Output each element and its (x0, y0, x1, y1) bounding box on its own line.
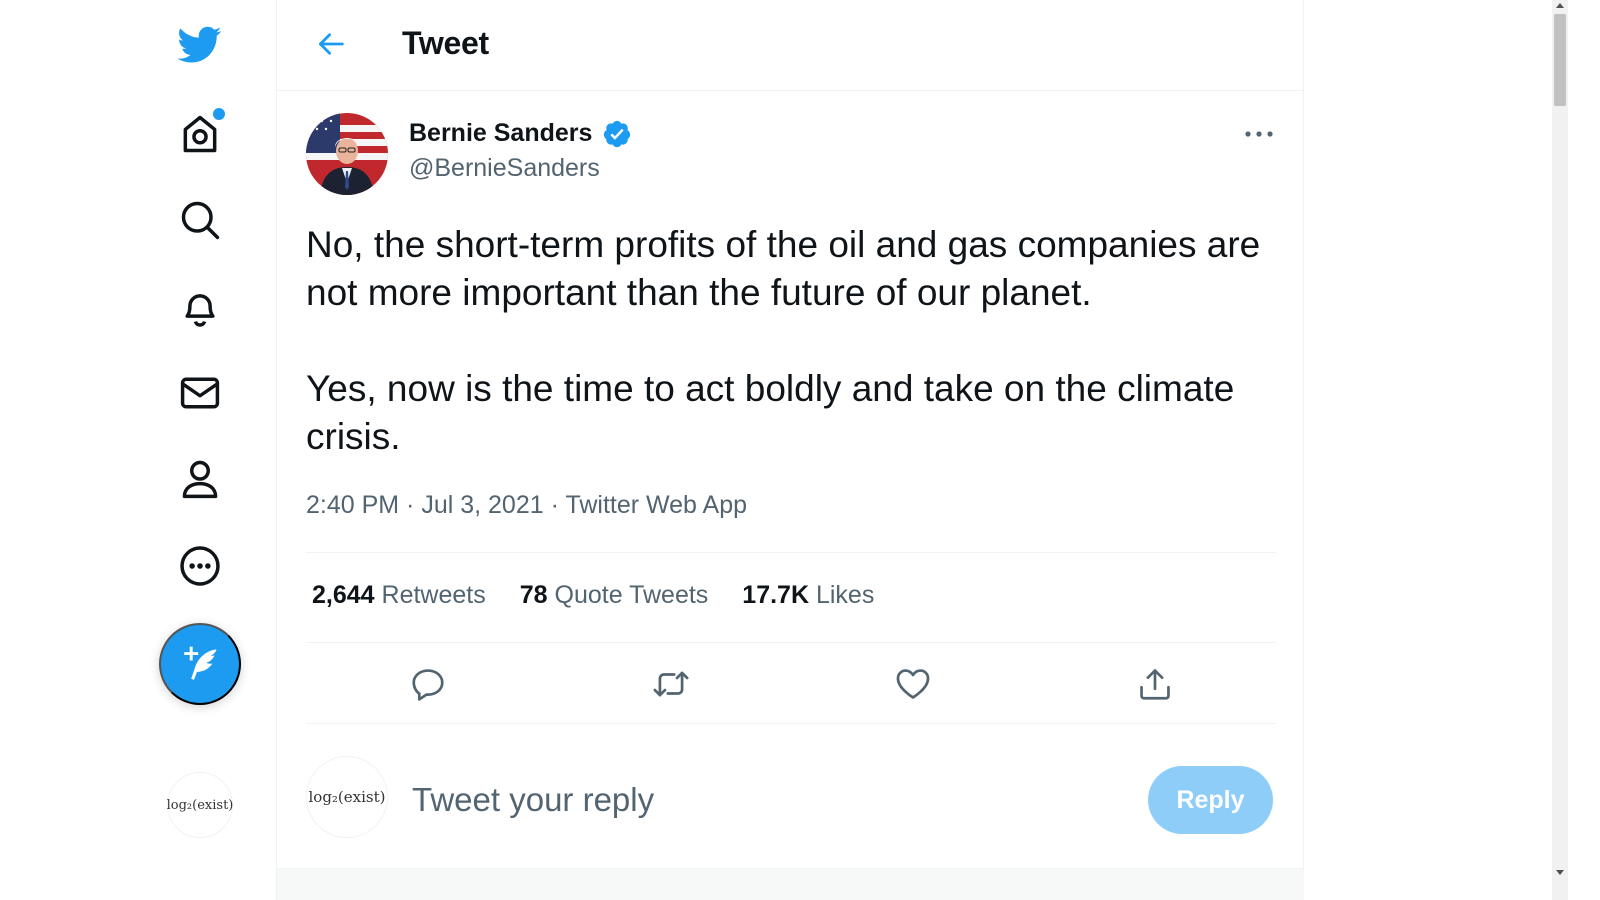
next-section-edge (277, 868, 1304, 900)
retweet-button[interactable] (648, 661, 694, 707)
retweets-label: Retweets (381, 581, 486, 609)
tweet-source-link[interactable]: Twitter Web App (565, 491, 747, 519)
reply-avatar[interactable]: log₂(exist) (306, 756, 388, 838)
tweet-text: No, the short-term profits of the oil an… (306, 221, 1286, 461)
quotes-label: Quote Tweets (554, 581, 709, 609)
arrow-left-icon (318, 33, 344, 55)
nav-profile[interactable] (164, 443, 236, 515)
author-name[interactable]: Bernie Sanders (409, 119, 592, 148)
quotes-count: 78 (519, 581, 548, 609)
like-icon (896, 669, 930, 699)
compose-tweet-button[interactable] (159, 623, 241, 705)
tweet-meta: 2:40 PM · Jul 3, 2021 · Twitter Web App (306, 491, 747, 520)
tweet-time: 2:40 PM (306, 491, 400, 519)
more-circle-icon (180, 546, 220, 586)
verified-badge-icon (603, 120, 631, 148)
tweet-stats: 2,644 Retweets 78 Quote Tweets 17.7K Lik… (312, 581, 874, 610)
divider (306, 552, 1276, 553)
likes-count: 17.7K (742, 581, 810, 609)
compose-feather-icon (184, 646, 217, 680)
nav-notifications[interactable] (164, 270, 236, 342)
tweet-more-button[interactable] (1237, 120, 1281, 148)
person-icon (182, 460, 218, 499)
scroll-down-arrow-icon[interactable] (1556, 870, 1564, 875)
page-title: Tweet (402, 25, 489, 61)
retweets-count: 2,644 (312, 581, 375, 609)
author-avatar-image (306, 113, 388, 195)
sidebar-nav: log₂(exist) (140, 0, 276, 900)
retweet-icon (653, 671, 689, 697)
more-horizontal-icon (1245, 131, 1273, 137)
reply-avatar-text: log₂(exist) (308, 788, 386, 806)
nav-messages[interactable] (164, 357, 236, 429)
search-icon (181, 201, 220, 240)
nav-more[interactable] (164, 530, 236, 602)
page-header: Tweet (277, 0, 1304, 91)
share-button[interactable] (1132, 661, 1178, 707)
likes-stat[interactable]: 17.7K Likes (742, 581, 874, 610)
like-button[interactable] (890, 661, 936, 707)
tweet-time-link[interactable]: 2:40 PM · Jul 3, 2021 (306, 491, 544, 519)
meta-separator: · (550, 491, 566, 519)
main-column: Tweet Bernie Sanders @BernieSanders No, … (276, 0, 1304, 900)
mail-icon (180, 377, 220, 409)
scrollbar-thumb[interactable] (1554, 14, 1566, 106)
tweet-actions (306, 643, 1276, 723)
quotes-stat[interactable]: 78 Quote Tweets (520, 581, 709, 610)
tweet-text-paragraph: No, the short-term profits of the oil an… (306, 224, 1261, 313)
page-scrollbar[interactable] (1552, 0, 1568, 900)
nav-home[interactable] (164, 98, 236, 170)
share-icon (1140, 669, 1170, 700)
back-button[interactable] (311, 24, 351, 64)
reply-icon (412, 669, 444, 701)
reply-submit-button[interactable]: Reply (1148, 766, 1273, 834)
retweets-stat[interactable]: 2,644 Retweets (312, 581, 486, 610)
tweet-text-paragraph: Yes, now is the time to act boldly and t… (306, 368, 1235, 457)
nav-explore[interactable] (164, 184, 236, 256)
scroll-up-arrow-icon[interactable] (1556, 3, 1564, 8)
account-avatar-text: log₂(exist) (166, 797, 234, 813)
author-avatar[interactable] (306, 113, 388, 195)
account-avatar[interactable]: log₂(exist) (167, 772, 233, 838)
likes-label: Likes (815, 581, 875, 609)
twitter-bird-icon (178, 26, 222, 63)
bell-icon (185, 294, 215, 327)
reply-input[interactable] (412, 775, 1112, 825)
twitter-logo-link[interactable] (164, 8, 236, 80)
author-handle[interactable]: @BernieSanders (409, 154, 600, 183)
tweet-date: Jul 3, 2021 (421, 491, 544, 519)
notification-dot (213, 108, 225, 120)
divider (306, 723, 1276, 724)
reply-button[interactable] (405, 661, 451, 707)
